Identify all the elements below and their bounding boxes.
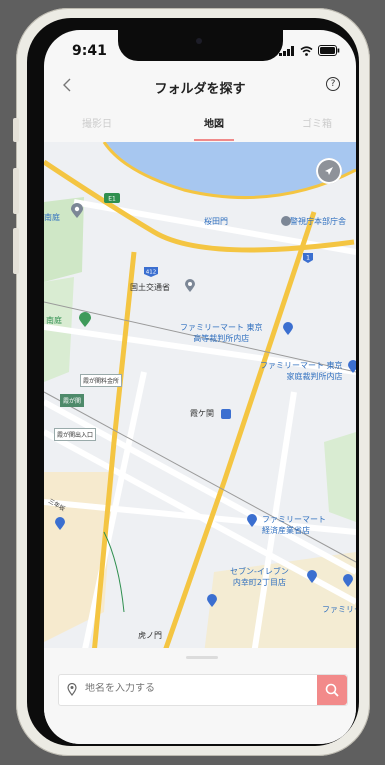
route-1-label: 1 [306,255,310,262]
page-title: フォルダを探す [154,82,246,97]
map-label-keishicho[interactable]: 警視庁本部庁舎 [290,216,346,227]
volume-up-button [13,168,19,214]
volume-down-button [13,228,19,274]
pin-fm-keizai-icon[interactable] [246,514,258,528]
map-label-east-garden[interactable]: 南庭 [46,315,62,326]
pin-seven-icon[interactable] [306,570,318,584]
pin-mlit-icon[interactable] [184,279,196,293]
pin-station-icon[interactable] [220,408,232,420]
route-1-badge: 1 [303,253,313,263]
tab-date[interactable]: 撮影日 [62,115,132,130]
map-label-fm-partial[interactable]: ファミリー [322,604,356,615]
active-tab-indicator [194,139,234,141]
location-compass-button[interactable] [316,158,342,184]
tab-bar: 撮影日 地図 ゴミ箱 [44,108,356,143]
navigation-arrow-icon [325,167,333,175]
app-screen: 9:41 フォルダを探す ? 撮影日 地図 ゴミ箱 桜田門 警視庁本部庁舎 国土… [44,30,356,744]
route-412-badge: 412 [144,267,158,277]
route-412-label: 412 [146,270,157,276]
map-label-kasumigaseki[interactable]: 霞ケ関 [190,408,214,419]
nav-bar: フォルダを探す ? [44,70,356,102]
help-icon[interactable]: ? [326,77,340,91]
mute-switch [13,118,19,142]
search-icon [325,683,339,697]
map-label-fm-keizai[interactable]: ファミリーマート 経済産業省店 [262,514,326,536]
sheet-drag-handle[interactable] [186,656,218,659]
park-green-3 [324,432,356,522]
pin-fm-koto-icon[interactable] [282,322,294,336]
search-button[interactable] [317,675,347,705]
pin-fm-partial-icon[interactable] [342,574,354,588]
battery-icon [318,45,340,56]
notch [118,30,283,61]
map-label-toranomon[interactable]: 虎ノ門 [138,630,162,641]
tab-map[interactable]: 地図 [179,115,249,130]
pin-garden-icon[interactable] [78,312,92,328]
map-label-sakuradamon[interactable]: 桜田門 [204,216,228,227]
camera-dot [196,38,202,44]
status-time: 9:41 [72,43,107,59]
map-tag-tollgate[interactable]: 霞が関料金所 [80,374,123,387]
place-search-input[interactable] [85,683,315,694]
map-tag-kasumigaseki[interactable]: 霞が関 [60,394,85,407]
wifi-icon [300,46,313,56]
pin-left-edge-icon[interactable] [54,517,66,531]
route-e1-label: E1 [108,196,116,203]
map-label-fm-koto[interactable]: ファミリーマート 東京 高等裁判所内店 [180,322,263,344]
map-label-seven-uchisaiwai[interactable]: セブン-イレブン 内幸町2丁目店 [230,566,289,588]
map-tag-exit[interactable]: 霞が関出入口 [54,428,97,441]
search-box [58,674,348,706]
map-label-fm-katei[interactable]: ファミリーマート 東京 家庭裁判所内店 [260,360,343,382]
bottom-sheet [44,648,356,744]
location-pin-icon [67,683,77,696]
status-icons [279,45,340,56]
map-view[interactable]: 桜田門 警視庁本部庁舎 国土交通省 南庭 ファミリーマート 東京 高等裁判所内店… [44,142,356,654]
pin-left-top-icon[interactable] [70,203,84,219]
pin-unnamed-icon[interactable] [206,594,218,608]
pin-fm-katei-icon[interactable] [347,360,356,374]
map-label-mlit[interactable]: 国土交通省 [130,282,170,293]
pin-keishicho-icon[interactable] [280,215,292,227]
map-label-left-top[interactable]: 南庭 [44,212,60,223]
route-e1-badge: E1 [104,193,120,203]
tab-trash[interactable]: ゴミ箱 [282,115,352,130]
